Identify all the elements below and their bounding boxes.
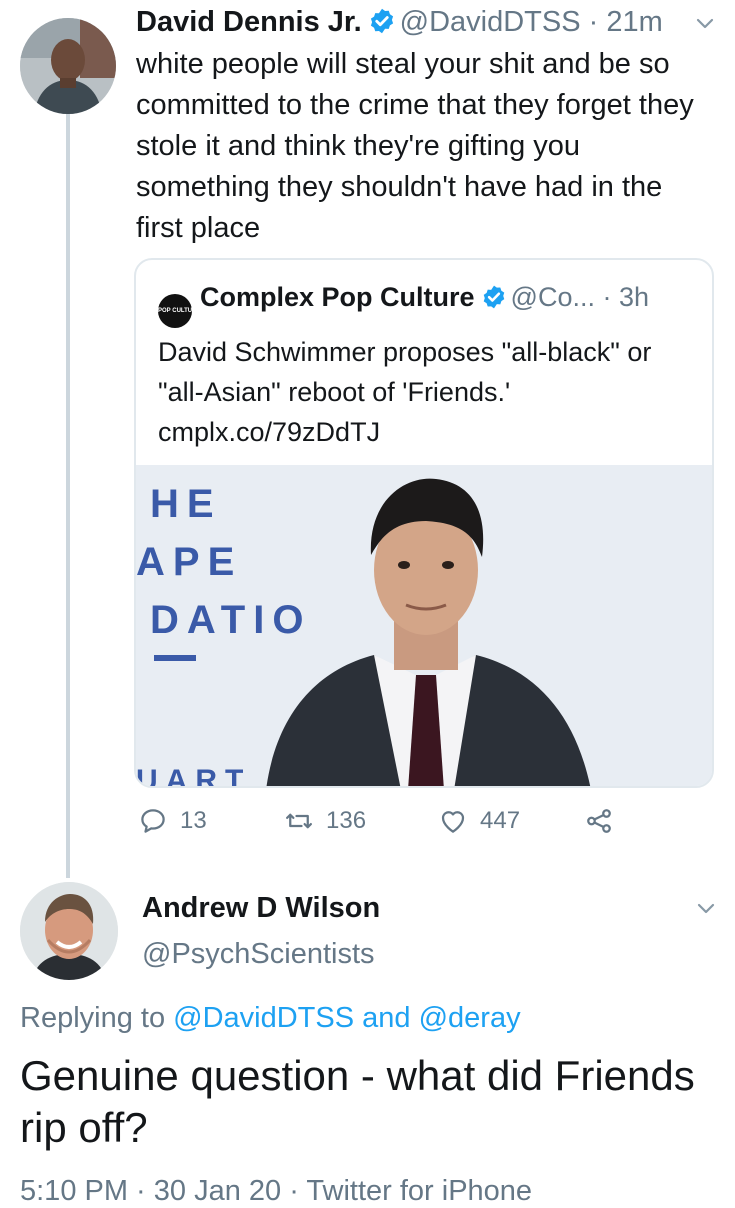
tweet2-options-chevron-icon[interactable] [694, 897, 718, 921]
tweet1-header: David Dennis Jr. @DavidDTSS · 21m [136, 6, 663, 39]
share-icon [587, 809, 611, 833]
avatar-andrew-wilson[interactable] [20, 882, 118, 980]
tweet2-handle[interactable]: @PsychScientists [142, 938, 375, 971]
verified-badge-icon [370, 8, 393, 34]
like-button[interactable]: 447 [438, 806, 520, 836]
tweet2-text: Genuine question - what did Friends rip … [20, 1052, 695, 1151]
complex-logo-icon: POP CULTURE [158, 294, 200, 328]
replying-to-line: Replying to @DavidDTSS and @deray [20, 1002, 521, 1035]
avatar-photo [20, 18, 116, 114]
david-schwimmer-photo: HE APE DATIO UART [136, 465, 712, 788]
tweet1-action-bar: 13 136 447 [0, 806, 735, 846]
tweet1-separator: · [580, 6, 607, 38]
replying-prefix: Replying to [20, 1002, 174, 1034]
tweet1-options-chevron-icon[interactable] [693, 12, 717, 36]
replying-and: and [354, 1002, 419, 1034]
replying-user-david[interactable]: @DavidDTSS [173, 1002, 354, 1034]
backdrop-text-1: HE [150, 482, 222, 526]
tweet1-handle[interactable]: @DavidDTSS [400, 6, 581, 38]
share-button[interactable] [584, 806, 614, 836]
quoted-tweet-text: David Schwimmer proposes "all-black" or … [158, 332, 698, 452]
tweet1-author-name[interactable]: David Dennis Jr. [136, 6, 362, 38]
heart-icon [441, 811, 465, 833]
retweet-icon [286, 813, 312, 829]
tweet2-timestamp: 5:10 PM · 30 Jan 20 · Twitter for iPhone [20, 1175, 533, 1207]
thread-connector-line [66, 108, 70, 878]
tweet1-text: white people will steal your shit and be… [136, 48, 694, 244]
quoted-tweet-header: POP CULTUREComplex Pop Culture @Co... · 3… [158, 282, 649, 328]
complex-logo-text: POP CULTURE [158, 308, 201, 314]
tweet1-time[interactable]: 21m [606, 6, 662, 38]
backdrop-text-2: APE [136, 540, 242, 584]
quoted-tweet-card[interactable]: POP CULTUREComplex Pop Culture @Co... · 3… [134, 258, 714, 788]
retweet-count: 136 [326, 807, 367, 834]
retweet-button[interactable]: 136 [284, 806, 366, 836]
reply-count: 13 [180, 807, 207, 834]
quoted-tweet-body: David Schwimmer proposes "all-black" or … [158, 337, 652, 407]
avatar-photo [20, 882, 118, 980]
quoted-time: 3h [618, 282, 650, 312]
avatar-david-dennis[interactable] [20, 18, 116, 114]
reply-icon [141, 809, 165, 833]
reply-button[interactable]: 13 [138, 806, 207, 836]
tweet2-author-name[interactable]: Andrew D Wilson [142, 892, 380, 925]
quoted-handle: @Co... [510, 282, 595, 312]
quoted-tweet-link[interactable]: cmplx.co/79zDdTJ [158, 417, 380, 447]
backdrop-text-4: UART [136, 764, 251, 788]
backdrop-text-3: DATIO [150, 598, 311, 642]
replying-user-deray[interactable]: @deray [419, 1002, 521, 1034]
verified-badge-icon [483, 285, 504, 309]
quoted-separator: · [594, 282, 619, 312]
like-count: 447 [480, 807, 521, 834]
quoted-tweet-image[interactable]: HE APE DATIO UART [136, 465, 712, 788]
quoted-author-name: Complex Pop Culture [200, 282, 475, 312]
